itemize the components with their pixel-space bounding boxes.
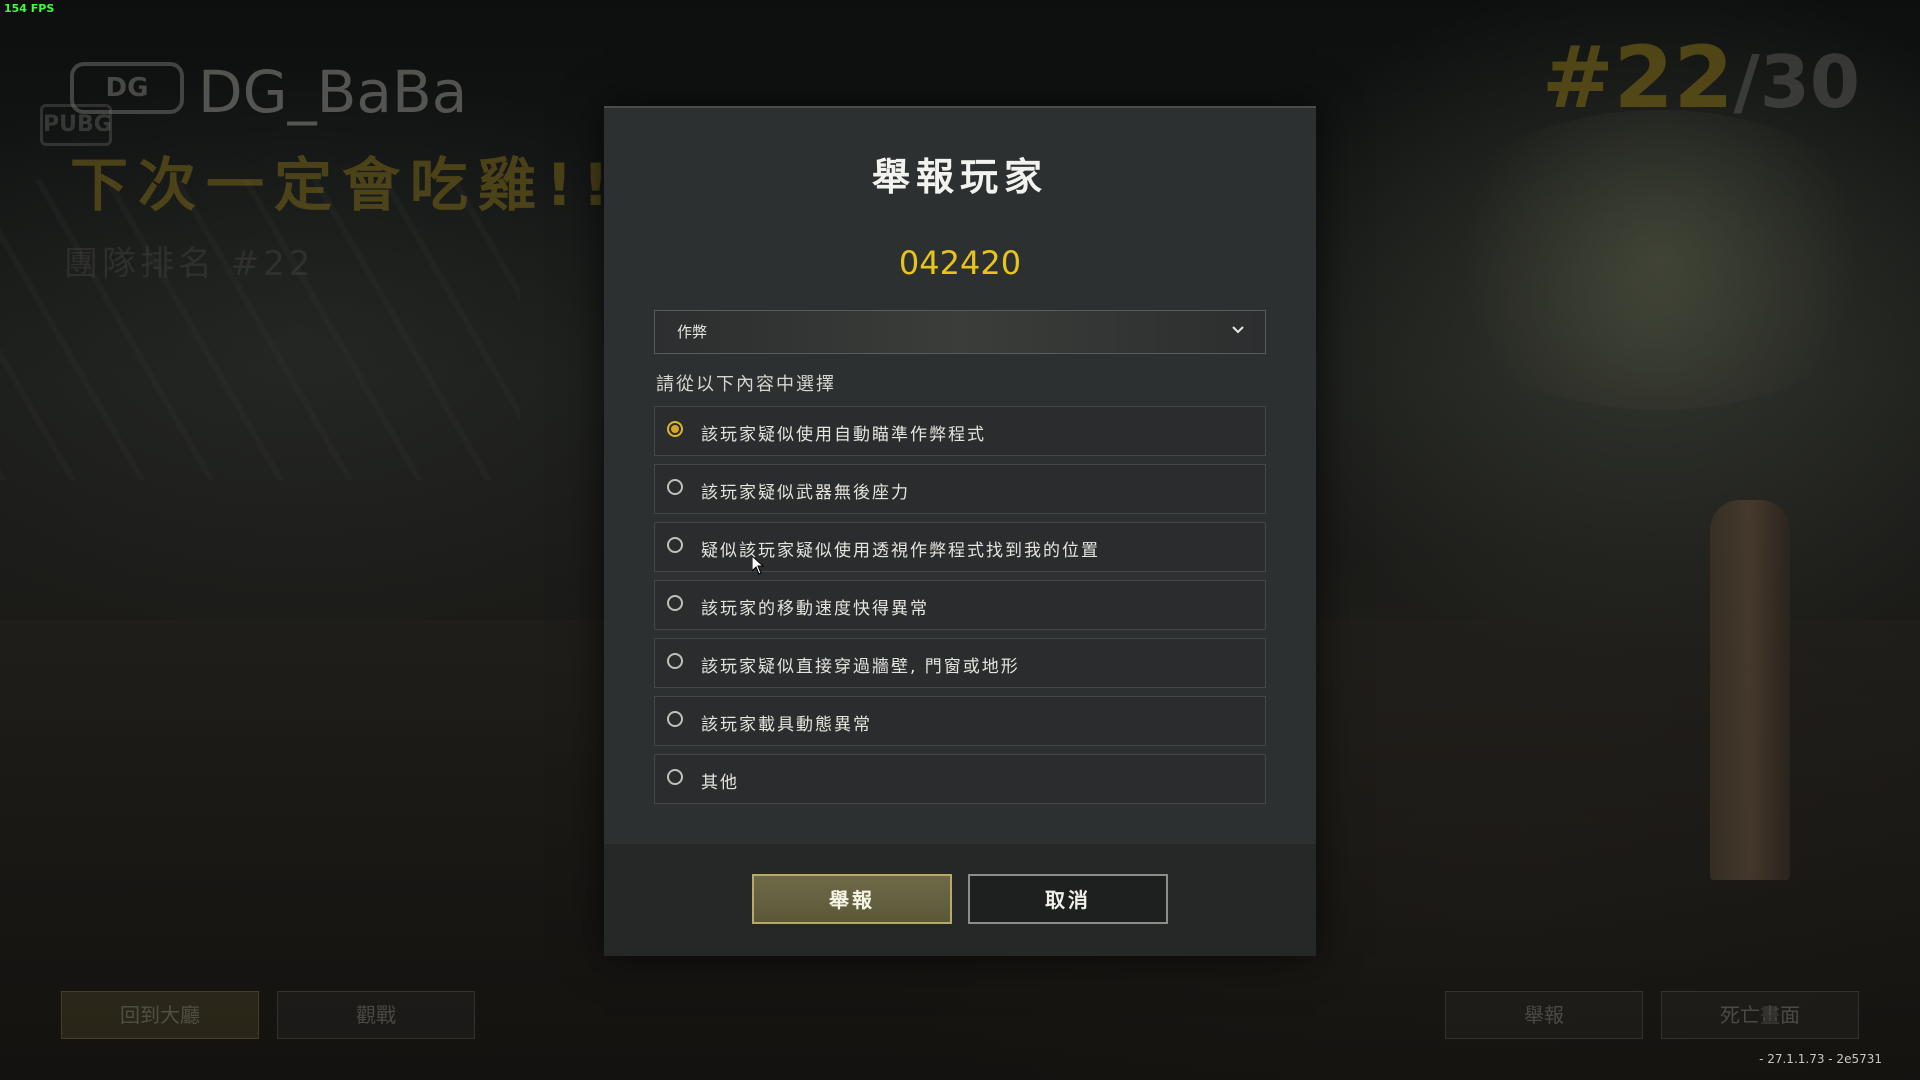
- radio-button[interactable]: [667, 711, 683, 727]
- reason-label: 該玩家載具動態異常: [701, 715, 872, 735]
- result-slogan: 下次一定會吃雞!!: [70, 151, 619, 219]
- return-lobby-button[interactable]: 回到大廳: [61, 991, 259, 1039]
- report-reason-list: 該玩家疑似使用自動瞄準作弊程式 該玩家疑似武器無後座力 疑似該玩家疑似使用透視作…: [654, 406, 1266, 812]
- background-post: [1710, 500, 1790, 880]
- team-rank-line: 團隊排名 #22: [64, 244, 315, 284]
- team-logo: DG: [70, 62, 184, 114]
- radio-button[interactable]: [667, 421, 683, 437]
- report-player-dialog: 舉報玩家 042420 作弊 請從以下內容中選擇 該玩家疑似使用自動瞄準作弊程式…: [604, 106, 1316, 956]
- fps-counter: 154 FPS: [4, 2, 55, 15]
- reason-option[interactable]: 該玩家的移動速度快得異常: [654, 580, 1266, 630]
- reason-option[interactable]: 其他: [654, 754, 1266, 804]
- rank-current: #22: [1541, 28, 1734, 128]
- mouse-cursor-icon: [752, 556, 764, 575]
- reason-label: 該玩家疑似直接穿過牆壁, 門窗或地形: [701, 657, 1020, 677]
- reason-option[interactable]: 該玩家載具動態異常: [654, 696, 1266, 746]
- version-label: - 27.1.1.73 - 2e5731: [1759, 1052, 1882, 1066]
- background-tower: [0, 180, 520, 480]
- reason-option[interactable]: 該玩家疑似使用自動瞄準作弊程式: [654, 406, 1266, 456]
- player-name: DG_BaBa: [198, 58, 468, 126]
- reason-label: 該玩家疑似使用自動瞄準作弊程式: [701, 425, 986, 445]
- dropdown-selected-value: 作弊: [677, 323, 708, 341]
- report-button[interactable]: 舉報: [752, 874, 952, 924]
- rank-total: /30: [1733, 40, 1861, 124]
- reason-label: 該玩家疑似武器無後座力: [701, 483, 910, 503]
- reason-option[interactable]: 該玩家疑似直接穿過牆壁, 門窗或地形: [654, 638, 1266, 688]
- background-tree: [1420, 110, 1900, 410]
- dialog-footer: [604, 844, 1316, 956]
- cancel-button[interactable]: 取消: [968, 874, 1168, 924]
- report-category-dropdown[interactable]: 作弊: [654, 310, 1266, 354]
- radio-button[interactable]: [667, 653, 683, 669]
- reported-player-name: 042420: [898, 244, 1022, 282]
- radio-button[interactable]: [667, 769, 683, 785]
- radio-button[interactable]: [667, 537, 683, 553]
- chevron-down-icon: [1232, 326, 1244, 334]
- radio-button[interactable]: [667, 595, 683, 611]
- death-cam-button[interactable]: 死亡畫面: [1661, 991, 1859, 1039]
- reason-option[interactable]: 該玩家疑似武器無後座力: [654, 464, 1266, 514]
- radio-button[interactable]: [667, 479, 683, 495]
- reason-label: 其他: [701, 773, 739, 793]
- options-prompt: 請從以下內容中選擇: [656, 374, 836, 395]
- reason-option[interactable]: 疑似該玩家疑似使用透視作弊程式找到我的位置: [654, 522, 1266, 572]
- spectate-button[interactable]: 觀戰: [277, 991, 475, 1039]
- dialog-title: 舉報玩家: [871, 155, 1048, 199]
- rank-display: #22/30: [1542, 28, 1860, 128]
- reason-label: 該玩家的移動速度快得異常: [701, 599, 929, 619]
- report-bg-button[interactable]: 舉報: [1445, 991, 1643, 1039]
